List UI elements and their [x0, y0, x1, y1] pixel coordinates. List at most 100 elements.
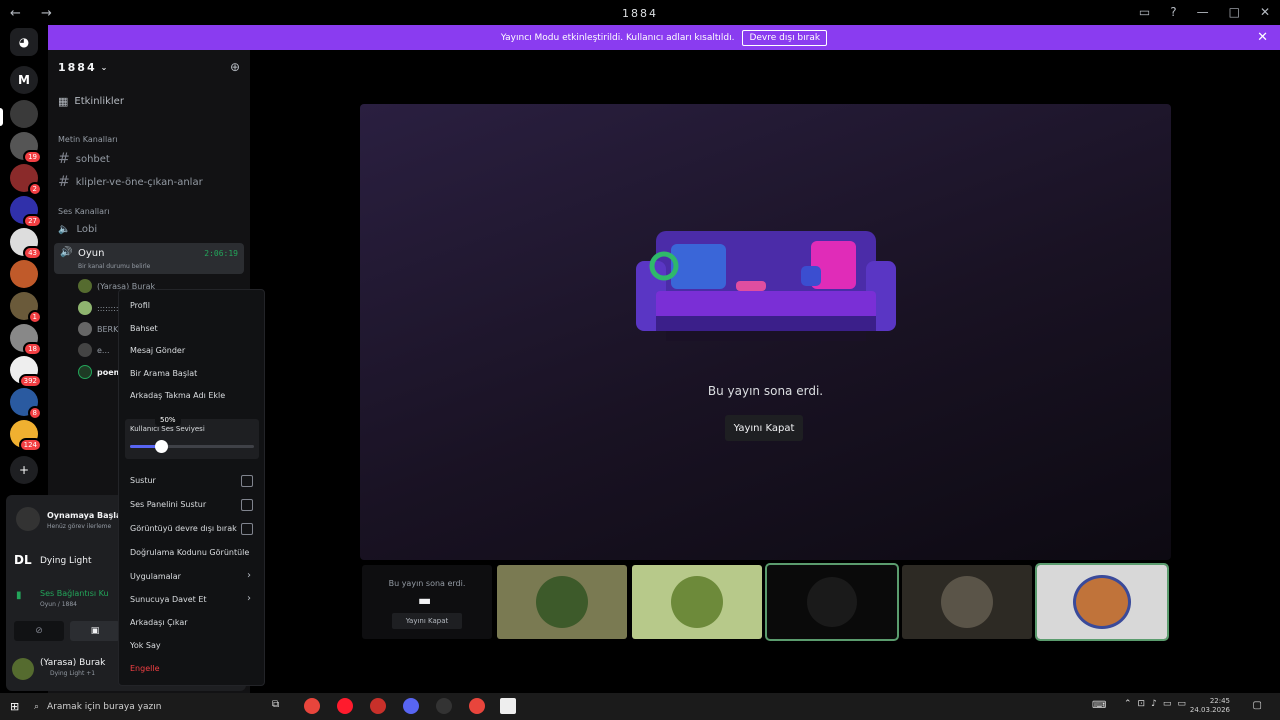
server-icon[interactable]	[10, 260, 38, 288]
disable-streamer-mode-button[interactable]: Devre dışı bırak	[742, 29, 828, 46]
unread-badge: 18	[23, 342, 42, 356]
channel-status[interactable]: Bir kanal durumu belirle	[78, 263, 150, 270]
minimize-icon[interactable]: —	[1197, 5, 1209, 19]
keyboard-icon[interactable]: ⌨	[1092, 700, 1106, 711]
chrome-icon[interactable]	[469, 698, 485, 714]
chevron-right-icon: ›	[247, 593, 251, 604]
windows-start-icon[interactable]: ⊞	[10, 700, 19, 713]
events-label: Etkinlikler	[74, 96, 124, 107]
channel-oyun[interactable]: 🔊 Oyun 2:06:19 Bir kanal durumu belirle	[54, 243, 244, 274]
invite-icon[interactable]: ⊕	[230, 60, 240, 74]
discord-home-icon[interactable]: ◕	[10, 28, 38, 56]
chrome-icon[interactable]	[304, 698, 320, 714]
stream-thumb[interactable]	[497, 565, 627, 639]
discord-taskbar-icon[interactable]	[403, 698, 419, 714]
server-icon[interactable]: 43	[10, 228, 42, 260]
server-icon[interactable]: 392	[10, 356, 42, 388]
clock[interactable]: 22:45 24.03.2026	[1190, 697, 1230, 715]
user-context-menu: Profil Bahset Mesaj Gönder Bir Arama Baş…	[118, 289, 265, 686]
voice-user[interactable]: e...	[78, 343, 110, 357]
voice-user[interactable]: BERKE	[78, 322, 123, 336]
notification-icon[interactable]: ▢	[1253, 700, 1262, 711]
menu-verification-code[interactable]: Doğrulama Kodunu Görüntüle	[130, 548, 249, 557]
avatar	[78, 322, 92, 336]
disable-video-checkbox[interactable]	[241, 523, 253, 535]
menu-add-nickname[interactable]: Arkadaş Takma Adı Ekle	[130, 391, 225, 400]
server-m-icon[interactable]: M	[10, 66, 38, 94]
opera-icon[interactable]	[337, 698, 353, 714]
mute-soundboard-checkbox[interactable]	[241, 499, 253, 511]
close-stream-button[interactable]: Yayını Kapat	[725, 415, 803, 441]
dying-light-icon[interactable]	[500, 698, 516, 714]
window-controls: ▭ ? — □ ✕	[1139, 5, 1270, 19]
maximize-icon[interactable]: □	[1229, 5, 1240, 19]
game-name: Dying Light	[40, 556, 92, 566]
menu-block[interactable]: Engelle	[130, 664, 160, 673]
menu-mention[interactable]: Bahset	[130, 324, 158, 333]
channel-klipler[interactable]: # klipler-ve-öne-çıkan-anlar	[58, 174, 203, 190]
streamer-mode-banner: Yayıncı Modu etkinleştirildi. Kullanıcı …	[48, 25, 1280, 50]
close-icon[interactable]: ✕	[1260, 5, 1270, 19]
app-icon[interactable]	[370, 698, 386, 714]
menu-start-call[interactable]: Bir Arama Başlat	[130, 369, 197, 378]
events-item[interactable]: ▦ Etkinlikler	[58, 95, 124, 108]
inbox-icon[interactable]: ▭	[1139, 5, 1150, 19]
mute-checkbox[interactable]	[241, 475, 253, 487]
taskbar-search[interactable]: ⌕ Aramak için buraya yazın	[34, 696, 259, 717]
camera-off-button[interactable]: ⊘	[14, 621, 64, 641]
menu-disable-video[interactable]: Görüntüyü devre dışı bırak	[130, 524, 237, 533]
channel-label: Lobi	[76, 224, 98, 235]
speaker-icon: 🔈	[58, 224, 71, 235]
avatar	[78, 343, 92, 357]
add-server-icon[interactable]: +	[10, 456, 38, 484]
stream-thumb-ended[interactable]: Bu yayın sona erdi. ▬ Yayını Kapat	[362, 565, 492, 639]
server-icon[interactable]: 18	[10, 324, 42, 356]
menu-ignore[interactable]: Yok Say	[130, 641, 161, 650]
task-view-icon[interactable]: ⧉	[272, 699, 279, 710]
signal-icon: ▮	[16, 590, 22, 601]
menu-mute[interactable]: Sustur	[130, 476, 156, 485]
volume-track[interactable]	[130, 440, 254, 453]
screen-share-button[interactable]: ▣	[70, 621, 120, 641]
server-icon[interactable]: 1	[10, 292, 42, 324]
clock-time: 22:45	[1209, 697, 1230, 705]
app-icon[interactable]	[436, 698, 452, 714]
stream-thumb[interactable]	[632, 565, 762, 639]
tray-icons[interactable]: ⌃⊡♪▭▭	[1124, 699, 1192, 709]
help-icon[interactable]: ?	[1170, 5, 1176, 19]
game-icon: DL	[14, 553, 32, 567]
menu-apps[interactable]: Uygulamalar	[130, 572, 181, 581]
channel-sohbet[interactable]: # sohbet	[58, 151, 110, 167]
stream-thumb[interactable]	[1035, 563, 1169, 641]
menu-invite-to-server[interactable]: Sunucuya Davet Et	[130, 595, 207, 604]
window-title: 1884	[622, 7, 658, 20]
stream-stage: Bu yayın sona erdi. Yayını Kapat	[360, 104, 1171, 560]
menu-message[interactable]: Mesaj Gönder	[130, 346, 185, 355]
stream-thumb-selected[interactable]	[765, 563, 899, 641]
menu-profile[interactable]: Profil	[130, 301, 150, 310]
voice-user[interactable]: ::::::::	[78, 301, 119, 315]
unread-badge: 1	[27, 310, 42, 324]
server-icon[interactable]: 124	[10, 420, 42, 452]
server-icon[interactable]: 2	[10, 164, 42, 196]
menu-remove-friend[interactable]: Arkadaşı Çıkar	[130, 618, 188, 627]
volume-slider-handle[interactable]	[155, 440, 168, 453]
server-icon[interactable]: 19	[10, 132, 42, 164]
channel-lobi[interactable]: 🔈 Lobi	[58, 224, 97, 235]
unread-badge: 2	[27, 182, 42, 196]
avatar	[78, 279, 92, 293]
server-1884-icon[interactable]	[10, 100, 38, 128]
thumb-close-button[interactable]: Yayını Kapat	[392, 613, 462, 629]
server-header[interactable]: 1884 ⌄	[48, 50, 250, 84]
menu-mute-soundboard[interactable]: Ses Panelini Sustur	[130, 500, 206, 509]
server-icon[interactable]: 8	[10, 388, 42, 420]
stream-thumb[interactable]	[902, 565, 1032, 639]
volume-tooltip: 50%	[155, 414, 181, 426]
voice-category[interactable]: Ses Kanalları	[58, 207, 110, 216]
user-status: Dying Light +1	[50, 670, 96, 677]
text-category[interactable]: Metin Kanalları	[58, 135, 118, 144]
speaker-icon: 🔊	[60, 247, 73, 258]
server-icon[interactable]: 27	[10, 196, 42, 228]
banner-close-icon[interactable]: ✕	[1257, 30, 1268, 45]
voice-user[interactable]: poem	[78, 365, 122, 379]
